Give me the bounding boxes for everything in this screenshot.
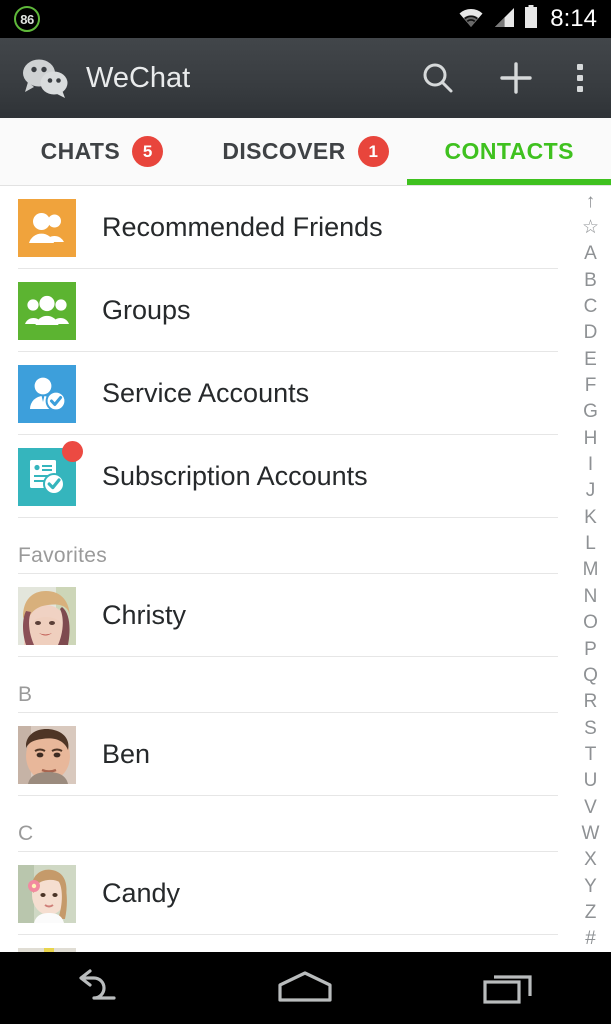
az-index-f[interactable]: F (570, 372, 611, 398)
az-index-u[interactable]: U (570, 768, 611, 794)
contacts-content: Recommended Friends Groups Service Accou… (0, 186, 611, 952)
tab-badge-chats: 5 (132, 136, 164, 167)
menu-dot (577, 64, 583, 70)
az-index-h[interactable]: H (570, 425, 611, 451)
android-navigation-bar (0, 952, 611, 1024)
az-index-m[interactable]: M (570, 557, 611, 583)
az-index-q[interactable]: Q (570, 662, 611, 688)
battery-icon (523, 4, 539, 34)
wifi-icon (457, 6, 485, 33)
az-index-d[interactable]: D (570, 320, 611, 346)
two-people-icon (18, 198, 76, 257)
tab-label: DISCOVER (222, 138, 346, 164)
search-icon[interactable] (421, 61, 455, 95)
three-people-icon (18, 281, 76, 340)
az-index-e[interactable]: E (570, 346, 611, 372)
contact-name: Ben (102, 739, 151, 769)
tab-bar: CHATS 5 DISCOVER 1 CONTACTS (0, 118, 611, 186)
list-item-groups[interactable]: Groups (0, 269, 570, 352)
az-index-s[interactable]: S (570, 715, 611, 741)
section-header-b: B (0, 657, 570, 713)
az-index-scroll-top[interactable]: ↑ (570, 188, 611, 214)
contact-row-christy[interactable]: Christy (0, 574, 570, 657)
contact-row-partial[interactable] (0, 935, 570, 952)
list-item-subscription-accounts[interactable]: Subscription Accounts (0, 435, 570, 518)
list-item-label: Recommended Friends (102, 212, 383, 242)
app-title: WeChat (86, 61, 191, 94)
az-index-w[interactable]: W (570, 820, 611, 846)
contact-name: Christy (102, 600, 187, 630)
az-index-b[interactable]: B (570, 267, 611, 293)
list-item-service-accounts[interactable]: Service Accounts (0, 352, 570, 435)
menu-dot (577, 86, 583, 92)
section-header-c: C (0, 796, 570, 852)
add-icon[interactable] (499, 61, 533, 95)
az-index-l[interactable]: L (570, 530, 611, 556)
section-header-label: C (18, 822, 34, 845)
action-bar-buttons (421, 61, 591, 95)
wechat-logo (20, 56, 72, 100)
charge-level-badge: 86 (14, 6, 40, 32)
az-index-n[interactable]: N (570, 583, 611, 609)
tab-label: CONTACTS (444, 138, 574, 164)
contacts-list: Recommended Friends Groups Service Accou… (0, 186, 570, 952)
back-button[interactable] (42, 952, 162, 1024)
az-index-favorites[interactable]: ☆ (570, 214, 611, 240)
list-item-label: Service Accounts (102, 378, 310, 408)
active-tab-indicator (407, 179, 611, 185)
home-button[interactable] (245, 952, 365, 1024)
alphabet-index[interactable]: ↑ ☆ A B C D E F G H I J K L M N O P Q R … (570, 186, 611, 952)
tab-discover[interactable]: DISCOVER 1 (204, 118, 408, 185)
az-index-x[interactable]: X (570, 847, 611, 873)
list-item-label: Groups (102, 295, 191, 325)
az-index-z[interactable]: Z (570, 899, 611, 925)
list-item-label: Subscription Accounts (102, 461, 368, 491)
az-index-t[interactable]: T (570, 741, 611, 767)
az-index-c[interactable]: C (570, 293, 611, 319)
contact-name: Candy (102, 878, 181, 908)
section-header-label: Favorites (18, 544, 108, 567)
status-bar: 86 8:14 (0, 0, 611, 38)
tab-label: CHATS (40, 138, 121, 164)
az-index-j[interactable]: J (570, 478, 611, 504)
tab-chats[interactable]: CHATS 5 (0, 118, 204, 185)
cellular-signal-icon (492, 6, 516, 33)
avatar (18, 586, 76, 645)
status-bar-right: 8:14 (457, 4, 597, 34)
tab-contacts[interactable]: CONTACTS (407, 118, 611, 185)
az-index-i[interactable]: I (570, 451, 611, 477)
az-index-r[interactable]: R (570, 689, 611, 715)
verified-document-icon (18, 440, 83, 506)
recents-button[interactable] (449, 952, 569, 1024)
avatar (18, 725, 76, 784)
action-bar: WeChat (0, 38, 611, 118)
unread-dot-badge (62, 440, 83, 462)
az-index-v[interactable]: V (570, 794, 611, 820)
charge-level-text: 86 (20, 11, 34, 27)
overflow-menu-icon[interactable] (577, 64, 583, 92)
list-item-recommended-friends[interactable]: Recommended Friends (0, 186, 570, 269)
az-index-hash[interactable]: # (570, 926, 611, 952)
section-header-label: B (18, 683, 33, 706)
avatar (18, 864, 76, 923)
contact-row-ben[interactable]: Ben (0, 713, 570, 796)
az-index-p[interactable]: P (570, 636, 611, 662)
status-clock: 8:14 (550, 5, 597, 32)
phone-screen: 86 8:14 WeChat CHATS 5 DISCOVER 1 CONTAC… (0, 0, 611, 1024)
verified-person-icon (18, 364, 76, 423)
az-index-g[interactable]: G (570, 399, 611, 425)
az-index-a[interactable]: A (570, 241, 611, 267)
menu-dot (577, 75, 583, 81)
az-index-o[interactable]: O (570, 610, 611, 636)
az-index-y[interactable]: Y (570, 873, 611, 899)
az-index-k[interactable]: K (570, 504, 611, 530)
tab-badge-discover: 1 (357, 136, 389, 167)
section-header-favorites: Favorites (0, 518, 570, 574)
contact-row-candy[interactable]: Candy (0, 852, 570, 935)
